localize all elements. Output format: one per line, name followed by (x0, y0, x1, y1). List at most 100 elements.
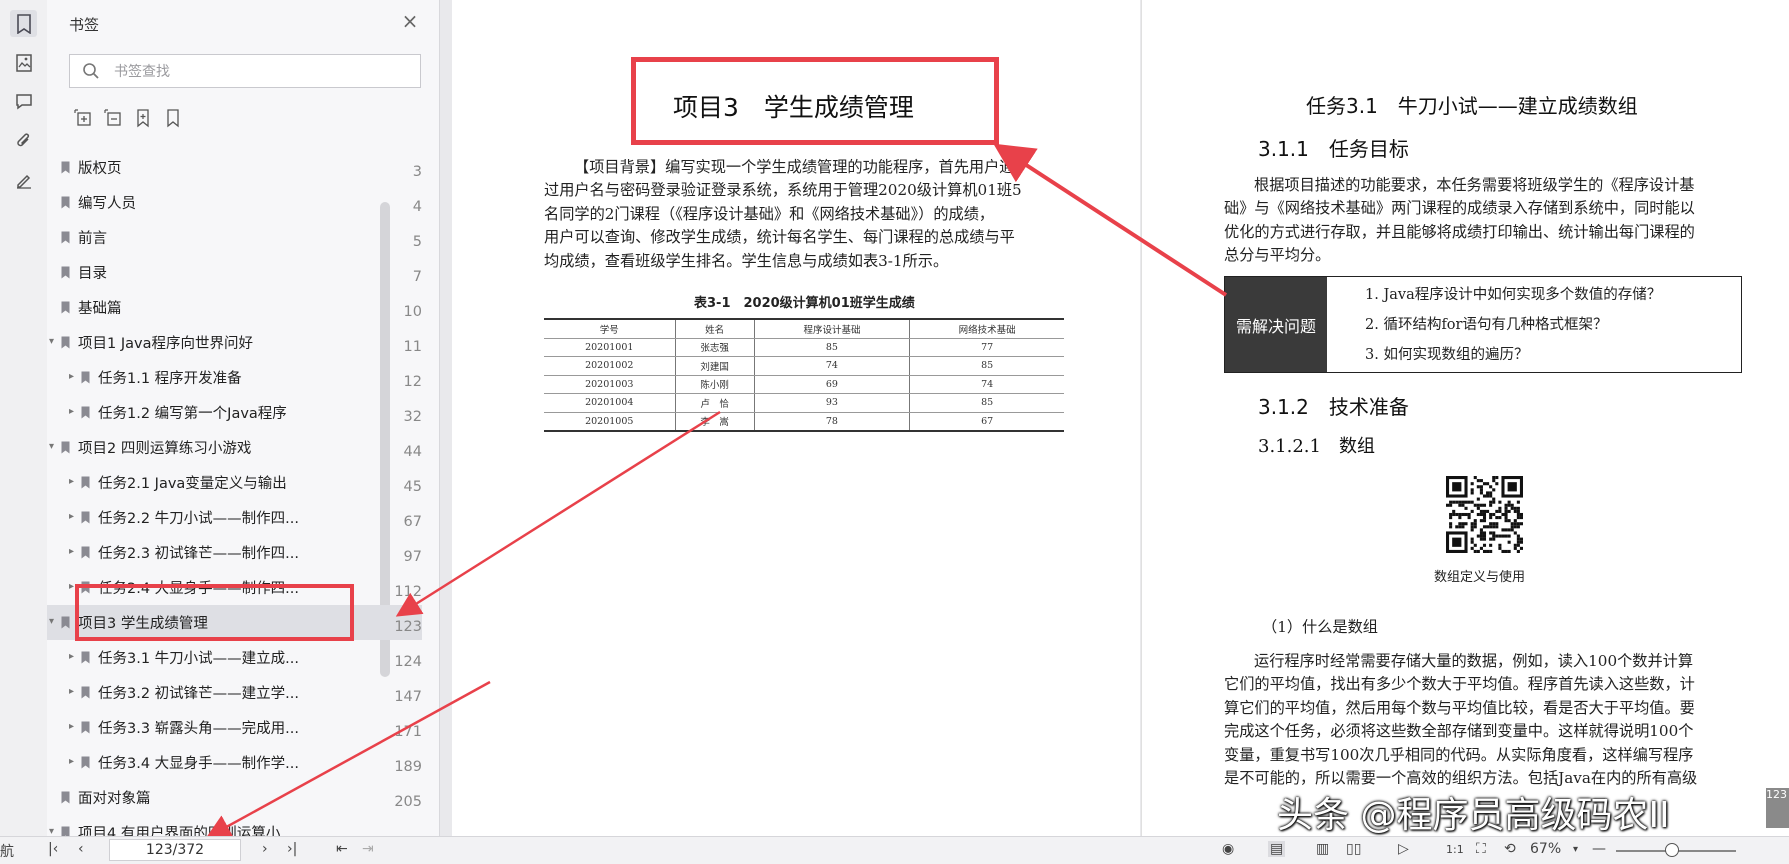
bookmark-label: 任务2.3 初试锋芒——制作四... (98, 546, 299, 562)
bookmark-page-number: 44 (403, 444, 422, 460)
bookmark-item[interactable]: 目录 7 (47, 255, 422, 290)
chevron-right-icon[interactable]: ▸ (69, 511, 74, 522)
page-number-input[interactable]: 123/372 (109, 839, 241, 861)
bookmark-label: 面对对象篇 (78, 791, 151, 807)
text-line: 过用户名与密码登录验证登录系统，系统用于管理2020级计算机01班5 (544, 181, 1022, 200)
table-header-cell: 网络技术基础 (909, 319, 1064, 339)
section-311-heading: 3.1.1 任务目标 (1258, 137, 1409, 161)
table-header-row: 学号 姓名 程序设计基础 网络技术基础 (544, 319, 1064, 339)
text-line: 优化的方式进行存取，并且能够将成绩打印输出、统计输出每门课程的 (1224, 222, 1695, 241)
next-page-icon[interactable]: › (262, 841, 268, 857)
qr-caption: 数组定义与使用 (1434, 570, 1526, 585)
qr-code-icon (1446, 476, 1523, 553)
eye-icon[interactable]: ◉ (1222, 841, 1234, 857)
comment-icon[interactable] (10, 88, 37, 115)
bookmark-page-number: 97 (403, 549, 422, 565)
bookmark-tree: 版权页 3 编写人员 4 前言 5 目录 7 基础篇 10 ▾ 项目1 Java程序向世界问好 11 ▸ 任… (47, 0, 422, 842)
problems-label: 需解决问题 (1225, 277, 1327, 372)
table-row: 20201001 张志强 85 77 (544, 338, 1064, 357)
rotate-icon[interactable]: ⟲ (1504, 841, 1516, 857)
play-icon[interactable]: ▷ (1398, 841, 1409, 857)
two-page-icon[interactable]: ▯▯ (1346, 841, 1361, 857)
problem-item: 1. Java程序设计中如何实现多个数值的存储？ (1365, 287, 1662, 303)
zoom-level[interactable]: 67% (1530, 841, 1561, 857)
last-page-icon[interactable]: ›| (287, 841, 297, 857)
prev-page-icon[interactable]: ‹ (78, 841, 84, 857)
bookmark-item[interactable]: 版权页 3 (47, 150, 422, 185)
bookmark-item[interactable]: ▸ 任务1.2 编写第一个Java程序 32 (47, 395, 422, 430)
zoom-out-icon[interactable]: — (1592, 841, 1606, 857)
chevron-right-icon[interactable]: ▸ (69, 371, 74, 382)
chevron-right-icon[interactable]: ▸ (69, 721, 74, 732)
chevron-right-icon[interactable]: ▸ (69, 546, 74, 557)
bookmark-icon (61, 231, 70, 244)
bookmark-item[interactable]: 前言 5 (47, 220, 422, 255)
bookmark-item[interactable]: 面对对象篇 205 (47, 780, 422, 815)
bookmark-item[interactable]: ▸ 任务2.1 Java变量定义与输出 45 (47, 465, 422, 500)
actual-size-icon[interactable]: 1:1 (1446, 843, 1464, 856)
zoom-slider-knob[interactable] (1665, 843, 1679, 857)
table-cell: 85 (909, 393, 1064, 413)
signature-icon[interactable] (10, 166, 37, 193)
attachment-icon[interactable] (10, 127, 37, 154)
array-intro-text: 运行程序时经常需要存储大量的数据，例如，读入100个数并计算 它们的平均值，找出有… (1224, 650, 1742, 790)
bookmark-page-number: 147 (394, 689, 422, 705)
bookmark-icon (81, 511, 90, 524)
chevron-down-icon[interactable]: ▾ (49, 336, 54, 347)
table-cell: 20201002 (544, 356, 676, 376)
bookmark-page-number: 7 (412, 269, 422, 285)
first-page-icon[interactable]: |‹ (48, 841, 58, 857)
chevron-right-icon[interactable]: ▸ (69, 651, 74, 662)
bookmark-page-number: 3 (412, 164, 422, 180)
thumbnail-icon[interactable] (10, 49, 37, 76)
bookmark-icon (81, 721, 90, 734)
table-row: 20201002 刘建国 74 85 (544, 356, 1064, 376)
problems-box: 需解决问题 1. Java程序设计中如何实现多个数值的存储？ 2. 循环结构fo… (1224, 276, 1742, 373)
chevron-down-icon[interactable]: ▾ (49, 616, 54, 627)
bookmark-label: 任务1.1 程序开发准备 (98, 371, 242, 387)
bookmark-item[interactable]: ▾ 项目1 Java程序向世界问好 11 (47, 325, 422, 360)
table-header-cell: 姓名 (674, 319, 755, 339)
bookmark-icon (81, 476, 90, 489)
continuous-icon[interactable]: ▥ (1316, 841, 1329, 857)
bookmark-icon (81, 546, 90, 559)
bookmark-item[interactable]: ▸ 任务2.2 牛刀小试——制作四... 67 (47, 500, 422, 535)
chevron-right-icon[interactable]: ▸ (69, 406, 74, 417)
forward-icon[interactable]: ⇥ (362, 841, 374, 857)
bottom-toolbar: 航 |‹ ‹ 123/372 › ›| ⇤ ⇥ ◉ ▤ ▥ ▯▯ ▷ 1:1 ⛶… (0, 836, 1789, 864)
chevron-right-icon[interactable]: ▸ (69, 686, 74, 697)
bookmark-item[interactable]: 编写人员 4 (47, 185, 422, 220)
bookmark-page-number: 171 (394, 724, 422, 740)
bookmark-icon (81, 686, 90, 699)
chevron-down-icon[interactable]: ▾ (49, 441, 54, 452)
bookmark-label: 目录 (78, 266, 107, 282)
text-line: 用户可以查询、修改学生成绩，统计每名学生、每门课程的总成绩与平 (544, 228, 1015, 247)
table-cell: 74 (909, 375, 1064, 394)
back-icon[interactable]: ⇤ (336, 841, 348, 857)
bookmark-item[interactable]: ▸ 任务1.1 程序开发准备 12 (47, 360, 422, 395)
table-cell: 张志强 (674, 338, 755, 357)
bookmark-panel-icon[interactable] (10, 10, 37, 37)
zoom-dropdown-icon[interactable]: ▾ (1573, 844, 1578, 855)
bookmark-item[interactable]: ▾ 项目2 四则运算练习小游戏 44 (47, 430, 422, 465)
table-row: 20201005 李 嵩 78 67 (544, 412, 1064, 432)
task-goal-text: 根据项目描述的功能要求，本任务需要将班级学生的《程序设计基 础》与《网络技术基础》… (1224, 174, 1742, 268)
table-cell: 20201005 (544, 412, 676, 432)
left-icon-rail (0, 0, 48, 836)
page-tag-text: 123 (1766, 788, 1787, 801)
table-cell: 陈小刚 (674, 375, 755, 394)
bookmark-item[interactable]: 基础篇 10 (47, 290, 422, 325)
single-page-icon[interactable]: ▤ (1268, 841, 1286, 857)
bookmark-item[interactable]: ▸ 任务3.4 大显身手——制作学... 189 (47, 745, 422, 780)
bookmark-label: 任务3.3 崭露头角——完成用... (98, 721, 299, 737)
bookmark-item[interactable]: ▸ 任务3.2 初试锋芒——建立学... 147 (47, 675, 422, 710)
task-title: 任务3.1 牛刀小试——建立成绩数组 (1306, 94, 1638, 118)
chevron-right-icon[interactable]: ▸ (69, 756, 74, 767)
bookmark-item[interactable]: ▸ 任务3.3 崭露头角——完成用... 171 (47, 710, 422, 745)
chevron-right-icon[interactable]: ▸ (69, 476, 74, 487)
chevron-right-icon[interactable]: ▸ (69, 581, 74, 592)
bookmark-item[interactable]: ▸ 任务3.1 牛刀小试——建立成... 124 (47, 640, 422, 675)
fit-page-icon[interactable]: ⛶ (1476, 841, 1486, 857)
bookmark-item[interactable]: ▸ 任务2.3 初试锋芒——制作四... 97 (47, 535, 422, 570)
bookmark-page-number: 67 (403, 514, 422, 530)
